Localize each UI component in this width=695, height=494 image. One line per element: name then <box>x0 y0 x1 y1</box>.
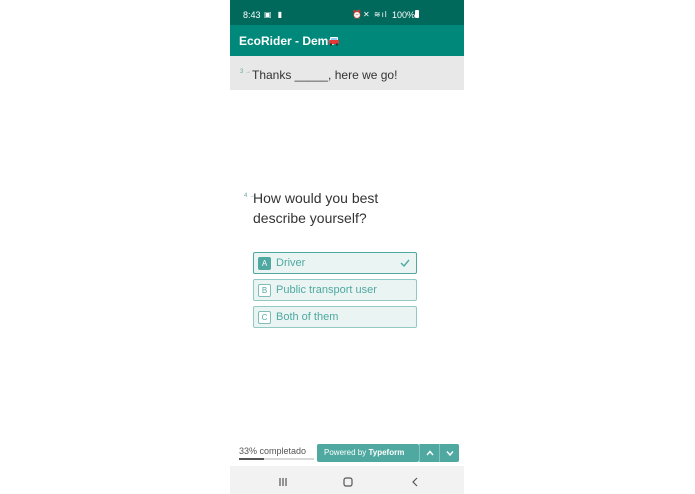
chevron-up-icon <box>426 450 434 456</box>
choice-key: C <box>258 311 271 324</box>
app-bar: EcoRider - Demo <box>230 25 464 56</box>
choice-both-of-them[interactable]: C Both of them <box>253 306 417 328</box>
previous-question[interactable]: 3 → Thanks _____, here we go! <box>230 56 464 90</box>
back-button[interactable] <box>410 474 420 492</box>
choice-key: A <box>258 257 271 270</box>
app-title: EcoRider - Demo <box>239 34 336 48</box>
powered-prefix: Powered by <box>324 448 369 457</box>
battery-icon <box>415 10 419 18</box>
choice-key: B <box>258 284 271 297</box>
recent-apps-button[interactable] <box>278 474 288 492</box>
choice-driver[interactable]: A Driver <box>253 252 417 274</box>
progress-fill <box>239 458 264 460</box>
progress-text: 33% completado <box>239 446 307 456</box>
choice-label: Both of them <box>276 311 339 323</box>
previous-question-text: Thanks _____, here we go! <box>252 68 398 82</box>
powered-by-typeform-button[interactable]: Powered by Typeform <box>317 444 419 462</box>
battery-level: 100% <box>392 10 416 20</box>
typeform-brand: Typeform <box>368 448 405 457</box>
phone-screen: 8:43 ▣ ▮ ⏰✕ ≋ıl 100% EcoRider - Demo 3 →… <box>230 0 464 494</box>
chevron-down-icon <box>446 451 454 457</box>
previous-question-button[interactable] <box>419 444 439 462</box>
signal-icons: ⏰✕ ≋ıl <box>352 10 388 19</box>
check-icon <box>400 259 410 267</box>
progress-bar <box>239 458 314 460</box>
choice-label: Driver <box>276 257 306 269</box>
android-navigation-bar <box>230 466 464 494</box>
status-time: 8:43 <box>243 10 261 20</box>
choice-label: Public transport user <box>276 284 377 296</box>
previous-question-number: 3 → <box>240 69 252 75</box>
status-bar: 8:43 ▣ ▮ ⏰✕ ≋ıl 100% <box>230 0 464 25</box>
choice-public-transport-user[interactable]: B Public transport user <box>253 279 417 301</box>
car-icon <box>329 37 339 46</box>
next-question-button[interactable] <box>439 444 459 462</box>
notification-icons: ▣ ▮ <box>264 10 285 19</box>
recent-apps-icon <box>279 478 287 486</box>
home-button[interactable] <box>343 474 353 492</box>
back-icon <box>412 477 418 487</box>
question-text: How would you best describe yourself? <box>253 190 379 226</box>
home-icon <box>343 477 353 487</box>
